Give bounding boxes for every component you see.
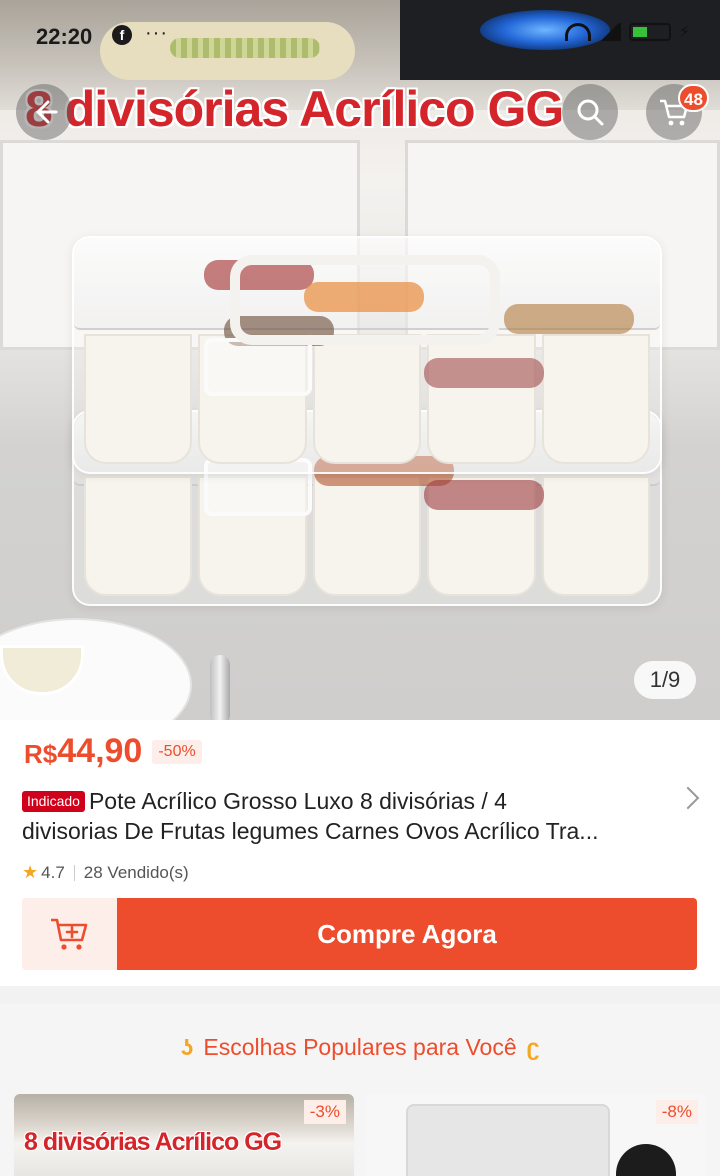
wifi-icon xyxy=(564,23,591,41)
price-value: 44,90 xyxy=(57,732,143,770)
recommended-product-image xyxy=(406,1104,610,1176)
recommended-product-image xyxy=(616,1144,676,1176)
chevron-right-icon[interactable] xyxy=(676,786,700,810)
status-indicators: ⚡ xyxy=(564,22,690,42)
product-info-card: R$ 44,90 -50% Indicado Pote Acrílico Gros… xyxy=(0,720,720,986)
recommendations-section: ʖ Escolhas Populares para Você ʗ 8 divisór… xyxy=(0,1004,720,1176)
container-latch xyxy=(204,338,312,396)
more-notifications-icon: ··· xyxy=(145,22,168,44)
container-cups xyxy=(84,476,651,596)
recommended-discount-badge: -3% xyxy=(303,1100,346,1124)
price-row: R$ 44,90 -50% xyxy=(24,732,202,771)
add-to-cart-button[interactable] xyxy=(22,898,118,970)
back-button[interactable] xyxy=(16,84,72,140)
status-time: 22:20 xyxy=(36,24,93,49)
recommended-tag: Indicado xyxy=(22,791,85,812)
recommended-discount-badge: -8% xyxy=(655,1100,698,1124)
recommended-product-card[interactable]: 8 divisórias Acrílico GG -3% xyxy=(14,1094,354,1176)
recommended-product-card[interactable]: -8% xyxy=(366,1094,706,1176)
background-spoon xyxy=(210,655,230,720)
container-handle xyxy=(230,255,500,345)
buy-now-button[interactable]: Compre Agora xyxy=(117,898,697,970)
charging-icon: ⚡ xyxy=(678,24,690,41)
cart-count-badge: 48 xyxy=(678,84,709,112)
decoration-left-icon: ʖ xyxy=(180,1034,194,1060)
status-bar: 22:20 f ··· ⚡ xyxy=(0,0,720,70)
signal-icon xyxy=(598,23,621,41)
search-icon xyxy=(577,99,604,126)
divider xyxy=(73,864,75,881)
product-title-line1: Pote Acrílico Grosso Luxo 8 divisórias /… xyxy=(88,788,507,814)
battery-icon xyxy=(628,23,671,41)
price-currency: R$ xyxy=(24,739,58,769)
sold-count: 28 Vendido(s) xyxy=(83,862,189,882)
food-item xyxy=(424,358,544,388)
container-cups xyxy=(84,334,651,464)
decoration-right-icon: ʗ xyxy=(526,1034,540,1060)
recommendations-title: Escolhas Populares para Você xyxy=(203,1034,517,1060)
add-to-cart-icon xyxy=(51,918,88,950)
rating-sales-row: ★ 4.7 28 Vendido(s) xyxy=(22,862,189,883)
recommended-product-title: 8 divisórias Acrílico GG xyxy=(24,1128,282,1156)
facebook-icon: f xyxy=(112,25,132,45)
search-button[interactable] xyxy=(562,84,618,140)
star-icon: ★ xyxy=(22,862,39,882)
food-item xyxy=(424,480,544,510)
food-item xyxy=(504,304,634,334)
back-arrow-icon xyxy=(36,100,58,124)
recommendations-header: ʖ Escolhas Populares para Você ʗ xyxy=(0,1034,720,1061)
image-overlay-title: 8 divisórias Acrílico GG xyxy=(25,81,564,137)
product-title-line2: divisorias De Frutas legumes Carnes Ovos… xyxy=(22,818,599,844)
discount-badge: -50% xyxy=(152,739,202,764)
image-counter: 1/9 xyxy=(634,661,696,699)
product-title[interactable]: Indicado Pote Acrílico Grosso Luxo 8 divi… xyxy=(22,786,672,846)
rating-value: 4.7 xyxy=(41,862,65,882)
